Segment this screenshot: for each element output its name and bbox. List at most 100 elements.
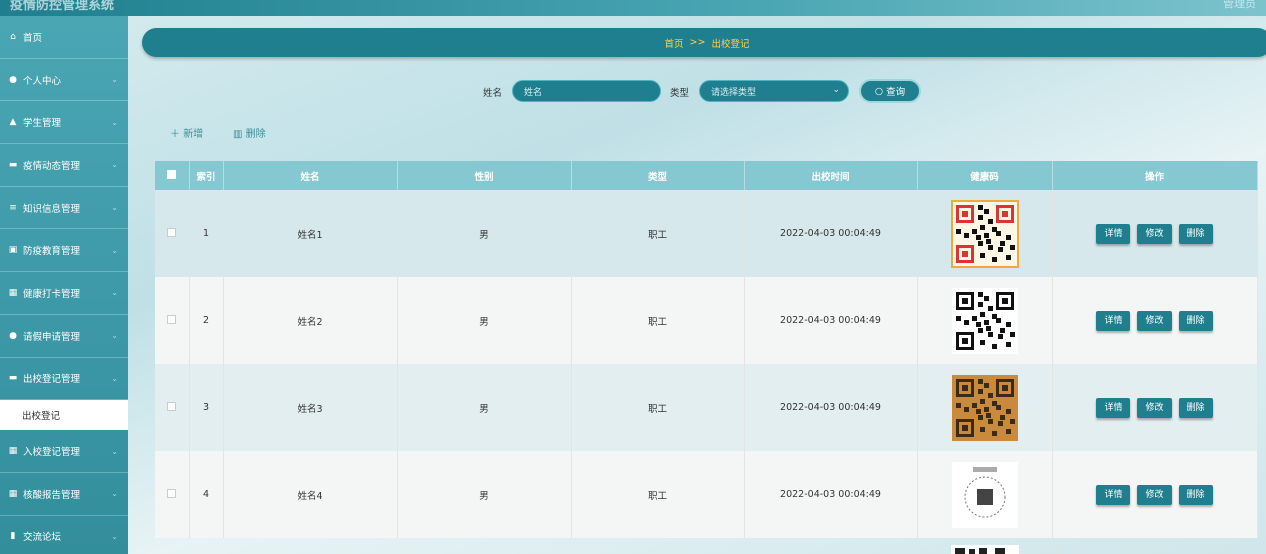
sidebar-subitem-label: 出校登记: [22, 411, 61, 423]
health-code-cell[interactable]: [917, 364, 1053, 451]
trash-icon: ▥: [233, 129, 243, 140]
detail-button[interactable]: 详情: [1096, 310, 1131, 331]
name-label: 姓名: [483, 88, 503, 99]
sidebar-item-label: 首页: [23, 32, 43, 44]
edit-button[interactable]: 修改: [1137, 397, 1172, 418]
exit-register-table: 索引 姓名 性别 类型 出校时间 健康码 操作 1 姓名1 男 职工 2022-…: [155, 161, 1258, 538]
health-code-cell[interactable]: [917, 190, 1053, 277]
sidebar-item-label: 出校登记管理: [23, 374, 81, 386]
gender-cell: 男: [397, 190, 572, 277]
sidebar-item[interactable]: ▬ 出校登记管理 ⌄: [0, 358, 128, 401]
table-row[interactable]: 2 姓名2 男 职工 2022-04-03 00:04:49 详情 修改 删除: [155, 277, 1258, 364]
sidebar-item[interactable]: ⌂ 首页: [0, 16, 128, 59]
type-select[interactable]: 请选择类型 ⌄: [699, 80, 849, 102]
type-cell: 职工: [571, 451, 745, 538]
chevron-down-icon: ⌄: [111, 531, 118, 541]
chevron-down-icon: ⌄: [111, 446, 118, 456]
chart-icon: ▮: [10, 531, 16, 542]
gender-cell: 男: [397, 451, 572, 538]
name-cell: 姓名2: [223, 277, 398, 364]
chevron-down-icon: ⌄: [111, 117, 118, 127]
chevron-down-icon: ⌄: [111, 489, 118, 499]
row-select-cell: [155, 364, 190, 451]
select-all-checkbox[interactable]: [167, 169, 177, 179]
detail-button[interactable]: 详情: [1096, 223, 1131, 244]
row-checkbox[interactable]: [167, 314, 177, 324]
sidebar-item-label: 请假申请管理: [23, 331, 81, 343]
delete-button[interactable]: 删除: [1178, 310, 1213, 331]
home-icon: ⌂: [10, 31, 16, 42]
breadcrumb-home[interactable]: 首页: [665, 36, 684, 50]
detail-button[interactable]: 详情: [1096, 397, 1131, 418]
type-cell: 职工: [571, 277, 745, 364]
qr-code-graphic: [951, 461, 1018, 528]
index-cell: 4: [189, 451, 224, 538]
grid-icon: ▦: [8, 446, 18, 457]
sidebar-item[interactable]: ≡ 知识信息管理 ⌄: [0, 187, 128, 230]
row-checkbox[interactable]: [167, 401, 177, 411]
search-icon: ○: [874, 85, 884, 97]
sidebar-item[interactable]: ▣ 防疫教育管理 ⌄: [0, 229, 128, 273]
sidebar-item[interactable]: ▬ 疫情动态管理 ⌄: [0, 144, 128, 187]
qr-code-graphic: [951, 374, 1018, 441]
name-cell: 姓名1: [223, 190, 398, 277]
query-button[interactable]: ○ 查询: [859, 79, 921, 103]
sidebar-item[interactable]: ▦ 核酸报告管理 ⌄: [0, 473, 128, 516]
sidebar-item[interactable]: ▮ 交流论坛 ⌄: [0, 516, 128, 554]
doc-icon: ▣: [8, 245, 18, 256]
delete-button[interactable]: 删除: [1178, 223, 1213, 244]
breadcrumb-separator: >>: [689, 37, 706, 48]
sidebar-item[interactable]: ▦ 入校登记管理 ⌄: [0, 430, 128, 473]
table-row[interactable]: 4 姓名4 男 职工 2022-04-03 00:04:49 详情 修改 删除: [155, 451, 1258, 538]
column-header: 健康码: [917, 161, 1053, 190]
chevron-down-icon: ⌄: [111, 245, 118, 255]
index-cell: 2: [189, 277, 224, 364]
sidebar-item-label: 疫情动态管理: [23, 160, 81, 172]
index-cell: 1: [189, 190, 224, 277]
chevron-down-icon: ⌄: [111, 160, 118, 170]
app-title: 疫情防控管理系统: [10, 0, 115, 13]
chevron-down-icon: ⌄: [111, 331, 118, 341]
row-select-cell: [155, 451, 190, 538]
sidebar-item-label: 入校登记管理: [23, 447, 81, 459]
sidebar-subitem-exit-register[interactable]: 出校登记: [0, 400, 128, 431]
table-row[interactable]: 1 姓名1 男 职工 2022-04-03 00:04:49 详情 修改 删除: [155, 190, 1258, 277]
type-cell: 职工: [571, 364, 745, 451]
sidebar-item[interactable]: ▦ 健康打卡管理 ⌄: [0, 272, 128, 315]
monitor-icon: ▬: [8, 373, 18, 384]
edit-button[interactable]: 修改: [1137, 310, 1172, 331]
user-name[interactable]: 管理员: [1223, 0, 1256, 11]
health-code-cell[interactable]: [917, 277, 1053, 364]
sidebar-item-label: 学生管理: [23, 118, 62, 130]
qr-code-graphic: [950, 199, 1019, 268]
operations-cell: 详情 修改 删除: [1052, 364, 1258, 451]
breadcrumb: 首页 >> 出校登记: [142, 28, 1266, 57]
list-icon: ≡: [9, 202, 17, 213]
batch-delete-button[interactable]: ▥ 删除: [233, 125, 266, 140]
gender-cell: 男: [397, 277, 572, 364]
sidebar-item-label: 防疫教育管理: [23, 246, 81, 258]
table-header: 索引 姓名 性别 类型 出校时间 健康码 操作: [155, 161, 1258, 190]
query-button-label: 查询: [886, 87, 906, 98]
exit-time-cell: 2022-04-03 00:04:49: [744, 190, 918, 277]
column-header: 操作: [1052, 161, 1258, 190]
edit-button[interactable]: 修改: [1137, 223, 1172, 244]
detail-button[interactable]: 详情: [1096, 484, 1131, 505]
name-cell: 姓名3: [223, 364, 398, 451]
name-input[interactable]: 姓名: [512, 80, 661, 102]
row-select-cell: [155, 190, 190, 277]
add-button[interactable]: ＋ 新增: [170, 125, 203, 140]
chevron-down-icon: ⌄: [111, 373, 118, 383]
row-checkbox[interactable]: [167, 227, 177, 237]
operations-cell: 详情 修改 删除: [1052, 451, 1258, 538]
table-row[interactable]: 3 姓名3 男 职工 2022-04-03 00:04:49 详情 修改 删除: [155, 364, 1258, 451]
health-code-cell[interactable]: [917, 451, 1053, 538]
edit-button[interactable]: 修改: [1137, 484, 1172, 505]
sidebar-item[interactable]: ● 请假申请管理 ⌄: [0, 315, 128, 358]
name-cell: 姓名4: [223, 451, 398, 538]
delete-button[interactable]: 删除: [1178, 397, 1213, 418]
row-checkbox[interactable]: [167, 488, 177, 498]
delete-button[interactable]: 删除: [1178, 484, 1213, 505]
gender-cell: 男: [397, 364, 572, 451]
sidebar-item[interactable]: ▲ 学生管理 ⌄: [0, 101, 128, 145]
